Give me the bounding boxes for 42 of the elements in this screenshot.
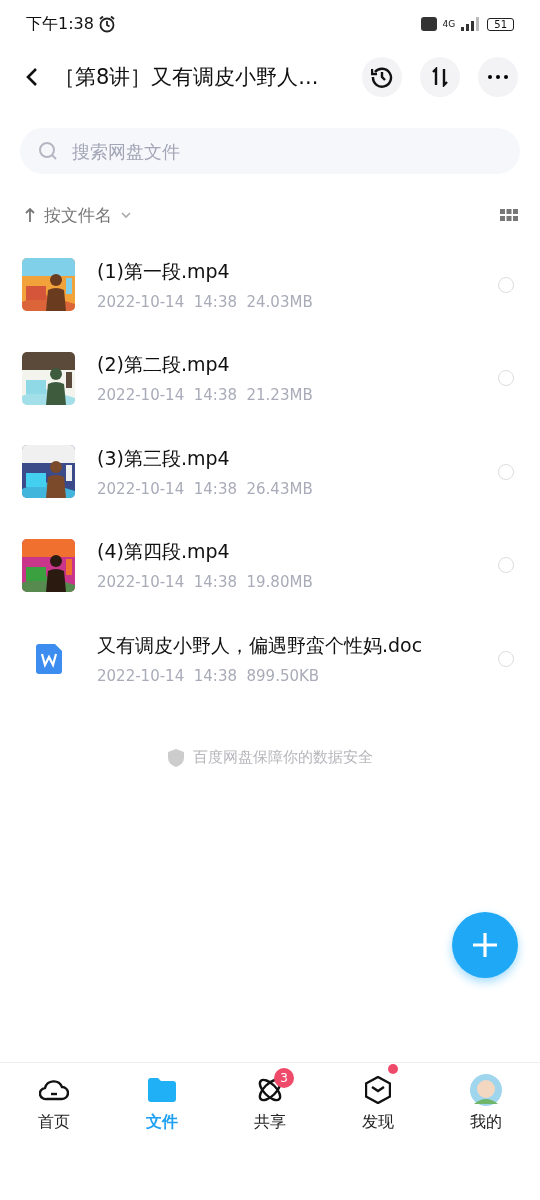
- file-name[interactable]: (3)第三段.mp4: [97, 445, 498, 472]
- security-note: 百度网盘保障你的数据安全: [193, 748, 373, 767]
- avatar-icon: [470, 1073, 502, 1106]
- shield-icon: [167, 747, 185, 768]
- tab-item[interactable]: 发现: [324, 1063, 432, 1143]
- plus-icon: [471, 931, 499, 959]
- tab-item[interactable]: 我的: [432, 1063, 540, 1143]
- file-name[interactable]: (2)第二段.mp4: [97, 352, 498, 379]
- history-icon: [371, 66, 393, 88]
- file-meta: 2022-10-14 14:38 21.23MB: [97, 386, 314, 405]
- grid-view-icon[interactable]: [500, 209, 518, 221]
- sort-order-button[interactable]: [420, 57, 460, 97]
- file-meta: 2022-10-14 14:38 899.50KB: [97, 666, 321, 685]
- more-icon: [488, 75, 508, 79]
- more-button[interactable]: [478, 57, 518, 97]
- word-document-icon: [35, 643, 62, 674]
- signal-icon: [461, 17, 482, 31]
- folder-title: ［第8讲］又有调皮小野人...: [54, 64, 320, 91]
- notification-badge: 3: [274, 1067, 294, 1088]
- history-button[interactable]: [362, 57, 402, 97]
- file-meta: 2022-10-14 14:38 19.80MB: [97, 573, 314, 592]
- network-label: 4G: [442, 19, 456, 29]
- file-meta: 2022-10-14 14:38 24.03MB: [97, 292, 314, 311]
- folder-icon: [148, 1077, 176, 1102]
- file-name[interactable]: 又有调皮小野人，偏遇野蛮个性妈.doc: [97, 632, 498, 659]
- file-meta: 2022-10-14 14:38 26.43MB: [97, 479, 314, 498]
- sort-arrows-icon: [431, 67, 449, 87]
- status-time: 下午1:38: [26, 13, 94, 35]
- tab-item[interactable]: 3 共享: [216, 1063, 324, 1143]
- cloud-icon: [39, 1078, 69, 1101]
- search-field[interactable]: 搜索网盘文件: [20, 128, 520, 174]
- battery-level: 51: [487, 17, 514, 31]
- caret-icon: [120, 211, 132, 219]
- sort-dropdown[interactable]: 按文件名: [24, 203, 132, 227]
- alarm-icon: [97, 15, 116, 33]
- file-name[interactable]: (4)第四段.mp4: [97, 539, 498, 566]
- add-button[interactable]: [452, 912, 518, 978]
- back-icon: [26, 67, 38, 87]
- tab-item[interactable]: 首页: [0, 1063, 108, 1143]
- arrow-up-icon: [24, 207, 36, 223]
- file-name[interactable]: (1)第一段.mp4: [97, 258, 498, 285]
- cube-icon: [365, 1075, 391, 1104]
